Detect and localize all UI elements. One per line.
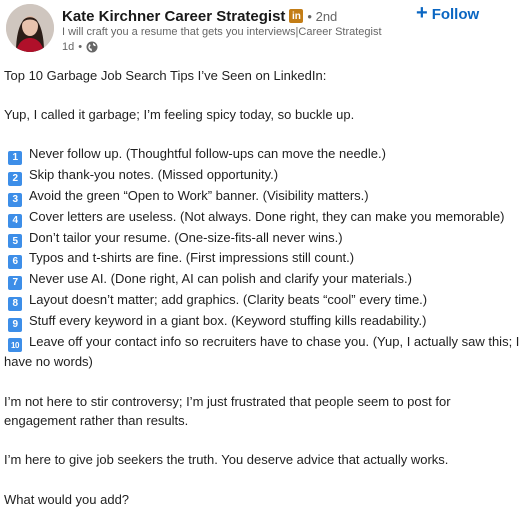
post-header: Kate Kirchner Career Strategist in • 2nd… (0, 0, 528, 60)
follow-label: Follow (431, 5, 480, 23)
number-keycap-icon: 7 (8, 275, 22, 290)
tip-text: Skip thank-you notes. (Missed opportunit… (29, 167, 279, 183)
post-paragraph-1: I’m not here to stir controversy; I’m ju… (4, 393, 451, 429)
globe-icon (86, 41, 98, 53)
tip-text: Cover letters are useless. (Not always. … (29, 208, 505, 224)
tip-item: 5 Don’t tailor your resume. (One-size-fit… (4, 228, 522, 249)
post-meta: 1d • (62, 40, 98, 54)
connection-degree: • 2nd (307, 8, 338, 24)
number-keycap-icon: 3 (8, 192, 22, 207)
tip-item: 10 Leave off your contact info so recruit… (4, 332, 522, 372)
tip-item: 4 Cover letters are useless. (Not always.… (4, 207, 522, 228)
meta-separator: • (78, 41, 83, 53)
tip-text: Stuff every keyword in a giant box. (Key… (29, 312, 427, 328)
number-keycap-icon: 1 (8, 151, 22, 166)
number-keycap-icon: 2 (8, 171, 22, 186)
tip-item: 8 Layout doesn’t matter; add graphics. (C… (4, 290, 522, 311)
author-headline: I will craft you a resume that gets you … (62, 26, 382, 38)
plus-icon: + (416, 2, 428, 24)
post-paragraph-2: I’m here to give job seekers the truth. … (4, 452, 449, 468)
number-keycap-icon: 6 (8, 255, 22, 270)
tip-text: Never follow up. (Thoughtful follow-ups … (29, 146, 386, 162)
author-avatar[interactable] (6, 4, 54, 52)
number-keycap-icon: 10 (8, 338, 22, 353)
tip-text: Avoid the green “Open to Work” banner. (… (29, 187, 369, 203)
post-intro: Yup, I called it garbage; I’m feeling sp… (4, 107, 355, 123)
post-body: Top 10 Garbage Job Search Tips I’ve Seen… (4, 66, 522, 509)
post-question: What would you add? (4, 491, 130, 507)
author-name-row: Kate Kirchner Career Strategist in • 2nd (62, 6, 337, 26)
tips-list: 1 Never follow up. (Thoughtful follow-ups… (4, 144, 522, 372)
tip-text: Don’t tailor your resume. (One-size-fits… (29, 229, 343, 245)
tip-text: Layout doesn’t matter; add graphics. (Cl… (29, 291, 428, 307)
tip-item: 9 Stuff every keyword in a giant box. (Ke… (4, 311, 522, 332)
tip-item: 1 Never follow up. (Thoughtful follow-ups… (4, 144, 522, 166)
avatar-photo (6, 4, 54, 52)
author-name[interactable]: Kate Kirchner Career Strategist (62, 8, 285, 25)
tip-text: Leave off your contact info so recruiter… (4, 333, 520, 370)
number-keycap-icon: 9 (8, 317, 22, 332)
tip-item: 7 Never use AI. (Done right, AI can polis… (4, 269, 522, 290)
number-keycap-icon: 5 (8, 234, 22, 249)
tip-item: 3 Avoid the green “Open to Work” banner. … (4, 186, 522, 207)
tip-text: Never use AI. (Done right, AI can polish… (29, 271, 412, 287)
tip-text: Typos and t-shirts are fine. (First impr… (29, 250, 355, 266)
number-keycap-icon: 4 (8, 213, 22, 228)
number-keycap-icon: 8 (8, 296, 22, 311)
follow-button[interactable]: + Follow (416, 2, 490, 26)
tip-item: 2 Skip thank-you notes. (Missed opportuni… (4, 165, 522, 186)
linkedin-premium-icon: in (289, 9, 304, 23)
post-time: 1d (62, 41, 75, 53)
tip-item: 6 Typos and t-shirts are fine. (First imp… (4, 248, 522, 270)
post-title: Top 10 Garbage Job Search Tips I’ve Seen… (4, 68, 327, 83)
